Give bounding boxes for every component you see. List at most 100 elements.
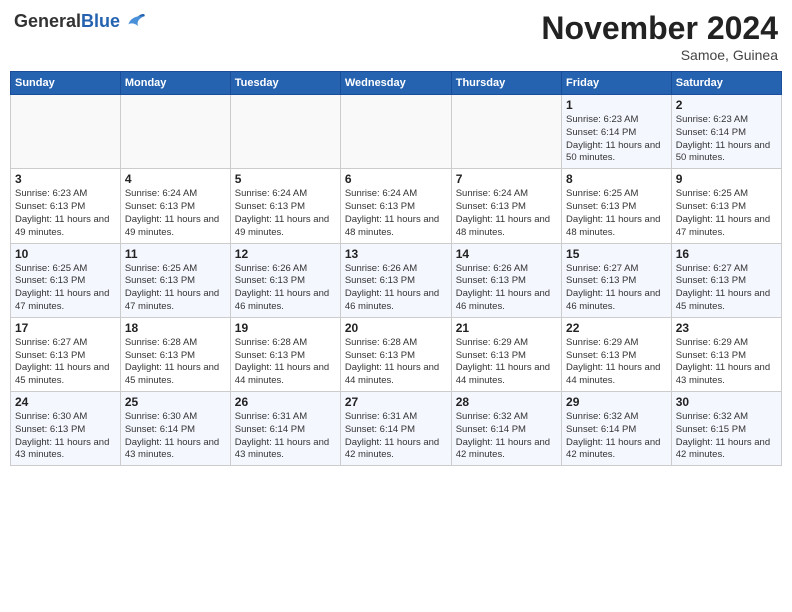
day-info: Sunrise: 6:24 AM Sunset: 6:13 PM Dayligh… <box>456 188 557 239</box>
calendar-cell: 4Sunrise: 6:24 AM Sunset: 6:13 PM Daylig… <box>120 169 230 243</box>
day-info: Sunrise: 6:29 AM Sunset: 6:13 PM Dayligh… <box>676 337 777 388</box>
calendar-cell: 15 Sunrise: 6:27 AM Sunset: 6:13 PM Dayli… <box>562 243 672 317</box>
calendar-cell: 5Sunrise: 6:24 AM Sunset: 6:13 PM Daylig… <box>230 169 340 243</box>
weekday-saturday: Saturday <box>671 72 781 95</box>
day-info: Sunrise: 6:31 AM Sunset: 6:14 PM Dayligh… <box>345 411 447 462</box>
day-info: Sunrise: 6:32 AM Sunset: 6:14 PM Dayligh… <box>566 411 667 462</box>
day-info: Sunrise: 6:25 AM Sunset: 6:13 PM Dayligh… <box>566 188 667 239</box>
day-info: Sunrise: 6:27 AM Sunset: 6:13 PM Dayligh… <box>15 337 116 388</box>
calendar-cell: 19 Sunrise: 6:28 AM Sunset: 6:13 PM Dayli… <box>230 317 340 391</box>
day-number: 8 <box>566 172 667 186</box>
day-info: Sunrise: 6:28 AM Sunset: 6:13 PM Dayligh… <box>125 337 226 388</box>
day-info: Sunrise: 6:29 AM Sunset: 6:13 PM Dayligh… <box>456 337 557 388</box>
day-info: Sunrise: 6:29 AM Sunset: 6:13 PM Dayligh… <box>566 337 667 388</box>
calendar-cell <box>230 95 340 169</box>
weekday-friday: Friday <box>562 72 672 95</box>
day-info: Sunrise: 6:28 AM Sunset: 6:13 PM Dayligh… <box>345 337 447 388</box>
header: GeneralBlue November 2024 Samoe, Guinea <box>10 10 782 63</box>
day-info: Sunrise: 6:25 AM Sunset: 6:13 PM Dayligh… <box>15 263 116 314</box>
calendar-cell: 21 Sunrise: 6:29 AM Sunset: 6:13 PM Dayli… <box>451 317 561 391</box>
weekday-header-row: SundayMondayTuesdayWednesdayThursdayFrid… <box>11 72 782 95</box>
calendar-week-3: 10 Sunrise: 6:25 AM Sunset: 6:13 PM Dayli… <box>11 243 782 317</box>
calendar-cell: 8 Sunrise: 6:25 AM Sunset: 6:13 PM Daylig… <box>562 169 672 243</box>
calendar-body: 1 Sunrise: 6:23 AM Sunset: 6:14 PM Daylig… <box>11 95 782 466</box>
logo: GeneralBlue <box>14 10 146 34</box>
day-info: Sunrise: 6:30 AM Sunset: 6:14 PM Dayligh… <box>125 411 226 462</box>
calendar-cell: 23 Sunrise: 6:29 AM Sunset: 6:13 PM Dayli… <box>671 317 781 391</box>
day-number: 24 <box>15 395 116 409</box>
calendar-cell: 25 Sunrise: 6:30 AM Sunset: 6:14 PM Dayli… <box>120 392 230 466</box>
day-info: Sunrise: 6:26 AM Sunset: 6:13 PM Dayligh… <box>345 263 447 314</box>
weekday-sunday: Sunday <box>11 72 121 95</box>
calendar-cell: 20Sunrise: 6:28 AM Sunset: 6:13 PM Dayli… <box>340 317 451 391</box>
calendar-cell: 30Sunrise: 6:32 AM Sunset: 6:15 PM Dayli… <box>671 392 781 466</box>
day-info: Sunrise: 6:26 AM Sunset: 6:13 PM Dayligh… <box>235 263 336 314</box>
day-number: 13 <box>345 247 447 261</box>
day-info: Sunrise: 6:23 AM Sunset: 6:13 PM Dayligh… <box>15 188 116 239</box>
day-info: Sunrise: 6:31 AM Sunset: 6:14 PM Dayligh… <box>235 411 336 462</box>
calendar-week-5: 24Sunrise: 6:30 AM Sunset: 6:13 PM Dayli… <box>11 392 782 466</box>
location-title: Samoe, Guinea <box>541 47 778 63</box>
calendar-cell <box>340 95 451 169</box>
day-info: Sunrise: 6:28 AM Sunset: 6:13 PM Dayligh… <box>235 337 336 388</box>
day-number: 6 <box>345 172 447 186</box>
calendar-cell: 3 Sunrise: 6:23 AM Sunset: 6:13 PM Daylig… <box>11 169 121 243</box>
calendar-cell: 17Sunrise: 6:27 AM Sunset: 6:13 PM Dayli… <box>11 317 121 391</box>
calendar-cell: 18 Sunrise: 6:28 AM Sunset: 6:13 PM Dayli… <box>120 317 230 391</box>
calendar-cell: 10 Sunrise: 6:25 AM Sunset: 6:13 PM Dayli… <box>11 243 121 317</box>
day-info: Sunrise: 6:24 AM Sunset: 6:13 PM Dayligh… <box>345 188 447 239</box>
calendar-cell: 9 Sunrise: 6:25 AM Sunset: 6:13 PM Daylig… <box>671 169 781 243</box>
weekday-thursday: Thursday <box>451 72 561 95</box>
day-number: 25 <box>125 395 226 409</box>
day-number: 2 <box>676 98 777 112</box>
calendar-cell: 14Sunrise: 6:26 AM Sunset: 6:13 PM Dayli… <box>451 243 561 317</box>
calendar-week-2: 3 Sunrise: 6:23 AM Sunset: 6:13 PM Daylig… <box>11 169 782 243</box>
calendar-cell: 27 Sunrise: 6:31 AM Sunset: 6:14 PM Dayli… <box>340 392 451 466</box>
day-number: 29 <box>566 395 667 409</box>
day-number: 10 <box>15 247 116 261</box>
calendar-cell: 12Sunrise: 6:26 AM Sunset: 6:13 PM Dayli… <box>230 243 340 317</box>
day-info: Sunrise: 6:26 AM Sunset: 6:13 PM Dayligh… <box>456 263 557 314</box>
calendar-cell: 29 Sunrise: 6:32 AM Sunset: 6:14 PM Dayli… <box>562 392 672 466</box>
calendar-cell: 24Sunrise: 6:30 AM Sunset: 6:13 PM Dayli… <box>11 392 121 466</box>
calendar-cell: 6 Sunrise: 6:24 AM Sunset: 6:13 PM Daylig… <box>340 169 451 243</box>
day-info: Sunrise: 6:27 AM Sunset: 6:13 PM Dayligh… <box>566 263 667 314</box>
day-number: 19 <box>235 321 336 335</box>
day-number: 7 <box>456 172 557 186</box>
calendar-cell: 26 Sunrise: 6:31 AM Sunset: 6:14 PM Dayli… <box>230 392 340 466</box>
day-number: 26 <box>235 395 336 409</box>
day-number: 1 <box>566 98 667 112</box>
logo-blue: Blue <box>81 11 120 31</box>
calendar-cell <box>120 95 230 169</box>
day-info: Sunrise: 6:32 AM Sunset: 6:14 PM Dayligh… <box>456 411 557 462</box>
day-number: 23 <box>676 321 777 335</box>
weekday-monday: Monday <box>120 72 230 95</box>
month-title: November 2024 <box>541 10 778 47</box>
weekday-wednesday: Wednesday <box>340 72 451 95</box>
calendar-cell: 28Sunrise: 6:32 AM Sunset: 6:14 PM Dayli… <box>451 392 561 466</box>
calendar-cell: 11 Sunrise: 6:25 AM Sunset: 6:13 PM Dayli… <box>120 243 230 317</box>
day-number: 11 <box>125 247 226 261</box>
day-number: 9 <box>676 172 777 186</box>
logo-general: General <box>14 11 81 31</box>
calendar-cell: 16Sunrise: 6:27 AM Sunset: 6:13 PM Dayli… <box>671 243 781 317</box>
day-info: Sunrise: 6:23 AM Sunset: 6:14 PM Dayligh… <box>676 114 777 165</box>
day-info: Sunrise: 6:32 AM Sunset: 6:15 PM Dayligh… <box>676 411 777 462</box>
title-area: November 2024 Samoe, Guinea <box>541 10 778 63</box>
day-number: 3 <box>15 172 116 186</box>
day-number: 15 <box>566 247 667 261</box>
day-number: 22 <box>566 321 667 335</box>
day-info: Sunrise: 6:25 AM Sunset: 6:13 PM Dayligh… <box>125 263 226 314</box>
weekday-tuesday: Tuesday <box>230 72 340 95</box>
day-number: 16 <box>676 247 777 261</box>
logo-bird-icon <box>122 10 146 34</box>
day-number: 27 <box>345 395 447 409</box>
calendar-week-1: 1 Sunrise: 6:23 AM Sunset: 6:14 PM Daylig… <box>11 95 782 169</box>
day-number: 18 <box>125 321 226 335</box>
calendar-cell: 22 Sunrise: 6:29 AM Sunset: 6:13 PM Dayli… <box>562 317 672 391</box>
calendar: SundayMondayTuesdayWednesdayThursdayFrid… <box>10 71 782 466</box>
day-info: Sunrise: 6:25 AM Sunset: 6:13 PM Dayligh… <box>676 188 777 239</box>
day-info: Sunrise: 6:24 AM Sunset: 6:13 PM Dayligh… <box>235 188 336 239</box>
calendar-cell: 2 Sunrise: 6:23 AM Sunset: 6:14 PM Daylig… <box>671 95 781 169</box>
day-number: 21 <box>456 321 557 335</box>
